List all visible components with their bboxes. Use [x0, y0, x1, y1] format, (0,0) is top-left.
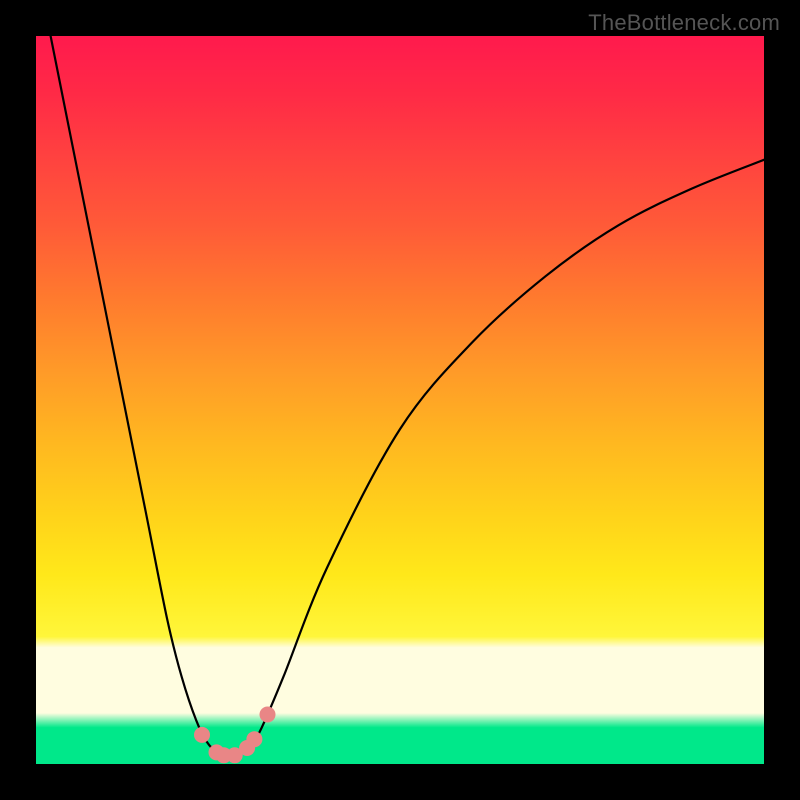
highlight-marker	[246, 731, 262, 747]
bottleneck-curve	[51, 36, 764, 757]
highlight-marker	[194, 727, 210, 743]
chart-svg	[36, 36, 764, 764]
attribution-text: TheBottleneck.com	[588, 10, 780, 36]
chart-frame: TheBottleneck.com	[0, 0, 800, 800]
highlight-markers	[194, 707, 276, 764]
plot-area	[36, 36, 764, 764]
highlight-marker	[260, 707, 276, 723]
